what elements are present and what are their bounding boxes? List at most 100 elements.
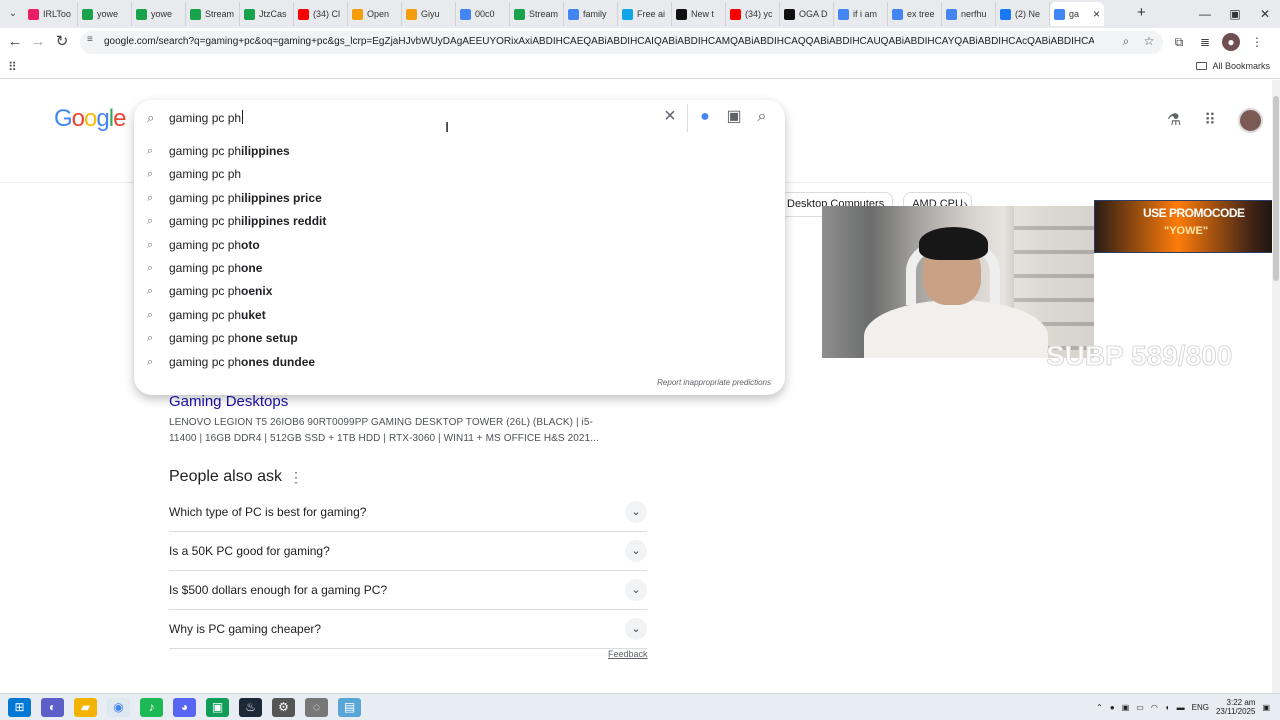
back-button[interactable]: ← [6, 33, 24, 51]
notepad-icon[interactable]: ▤ [338, 698, 361, 717]
autocomplete-suggestion[interactable]: ⌕ gaming pc philippines [134, 140, 785, 163]
autocomplete-suggestion[interactable]: ⌕ gaming pc phone setup [134, 327, 785, 350]
language-indicator[interactable]: ENG [1192, 703, 1209, 712]
green-app-icon[interactable]: ▣ [206, 698, 229, 717]
browser-tab[interactable]: (34) Cl [294, 2, 348, 26]
browser-tab[interactable]: Stream [186, 2, 240, 26]
reload-button[interactable]: ↻ [53, 33, 71, 51]
file-explorer-icon[interactable]: ▰ [74, 698, 97, 717]
camera-lens-icon[interactable]: ▣ [724, 107, 744, 127]
microphone-icon[interactable]: ● [695, 107, 715, 127]
browser-tab[interactable]: nerfhu [942, 2, 996, 26]
browser-tab[interactable]: 00c0 [456, 2, 510, 26]
site-info-icon[interactable]: ≡ [87, 34, 101, 50]
new-tab-button[interactable]: + [1137, 5, 1151, 20]
apps-icon[interactable]: ⠿ [8, 61, 20, 73]
zoom-icon[interactable]: ⌕ [1118, 34, 1134, 50]
battery-icon[interactable]: ▬ [1177, 703, 1185, 712]
browser-tab[interactable]: New t [672, 2, 726, 26]
browser-tab[interactable]: yowe [78, 2, 132, 26]
people-also-ask-item[interactable]: Why is PC gaming cheaper? ⌄ [169, 610, 647, 649]
search-submit-icon[interactable]: ⌕ [752, 107, 772, 127]
profile-icon[interactable]: ● [1222, 33, 1240, 51]
browser-tab[interactable]: family [564, 2, 618, 26]
people-also-ask-item[interactable]: Is a 50K PC good for gaming? ⌄ [169, 532, 647, 571]
autocomplete-suggestion[interactable]: ⌕ gaming pc philippines reddit [134, 210, 785, 233]
search-input[interactable]: gaming pc ph [169, 110, 244, 125]
bookmark-star-icon[interactable]: ☆ [1141, 34, 1157, 50]
volume-icon[interactable]: ◖ [1165, 703, 1170, 712]
autocomplete-suggestion[interactable]: ⌕ gaming pc phuket [134, 304, 785, 327]
scrollbar-thumb[interactable] [1273, 96, 1279, 281]
browser-tab[interactable]: IRLToo [24, 2, 78, 26]
suggestion-search-icon: ⌕ [147, 215, 154, 228]
extensions-icon[interactable]: ⧉ [1170, 33, 1188, 51]
people-also-ask-item[interactable]: Which type of PC is best for gaming? ⌄ [169, 493, 647, 532]
more-options-icon[interactable]: ⋮ [289, 469, 303, 486]
report-predictions-link[interactable]: Report inappropriate predictions [657, 378, 771, 387]
chrome-icon[interactable]: ◉ [107, 698, 130, 717]
browser-tab[interactable]: Open [348, 2, 402, 26]
camera-icon[interactable]: ▣ [1122, 703, 1130, 712]
browser-tab[interactable]: Stream [510, 2, 564, 26]
suggestion-completion-text: ones dundee [241, 354, 316, 369]
active-tab[interactable]: ga × [1050, 2, 1104, 26]
forward-button[interactable]: → [29, 33, 47, 51]
browser-tab[interactable]: (34) yc [726, 2, 780, 26]
browser-tab[interactable]: JtzCas [240, 2, 294, 26]
chevron-down-icon[interactable]: ⌄ [625, 540, 647, 562]
autocomplete-suggestion[interactable]: ⌕ gaming pc photo [134, 234, 785, 257]
chevron-down-icon[interactable]: ⌄ [625, 501, 647, 523]
settings-icon[interactable]: ⚙ [272, 698, 295, 717]
autocomplete-suggestion[interactable]: ⌕ gaming pc philippines price [134, 187, 785, 210]
result-title-link[interactable]: Gaming Desktops [169, 393, 288, 410]
autocomplete-suggestion[interactable]: ⌕ gaming pc phones dundee [134, 351, 785, 374]
account-avatar[interactable] [1238, 108, 1263, 133]
google-logo[interactable]: Google [54, 105, 126, 133]
media-controls-icon[interactable]: ≣ [1196, 33, 1214, 51]
network-icon[interactable]: ▭ [1136, 703, 1144, 712]
hidden-icons-chevron-icon[interactable]: ⌃ [1096, 703, 1103, 712]
browser-tab[interactable]: Giyu [402, 2, 456, 26]
clear-search-button[interactable]: × [660, 105, 680, 127]
wifi-icon[interactable]: ◠ [1151, 703, 1158, 712]
spotify-icon[interactable]: ♪ [140, 698, 163, 717]
windows-start-icon[interactable]: ⊞ [8, 698, 31, 717]
streamer-webcam-overlay [822, 206, 1094, 358]
browser-tab[interactable]: ex tree [888, 2, 942, 26]
discord-icon[interactable]: ◕ [173, 698, 196, 717]
close-window-button[interactable]: ✕ [1250, 0, 1280, 28]
autocomplete-suggestion[interactable]: ⌕ gaming pc phone [134, 257, 785, 280]
labs-flask-icon[interactable]: ⚗ [1166, 112, 1182, 129]
chevron-down-icon[interactable]: ⌄ [625, 579, 647, 601]
close-tab-icon[interactable]: × [1093, 7, 1100, 21]
copilot-icon[interactable]: ◐ [41, 698, 64, 717]
autocomplete-suggestion[interactable]: ⌕ gaming pc phoenix [134, 280, 785, 303]
taskbar-clock[interactable]: 3:22 am 23/11/2025 [1216, 698, 1255, 716]
tab-label: (34) yc [745, 9, 773, 19]
suggestion-text: gaming pc philippines price [169, 187, 322, 210]
app-icon[interactable]: ◌ [305, 698, 328, 717]
steam-icon[interactable]: ♨ [239, 698, 262, 717]
tab-search-icon[interactable]: ⌄ [4, 6, 22, 22]
browser-tab[interactable]: Free ai [618, 2, 672, 26]
minimize-button[interactable]: — [1190, 0, 1220, 28]
browser-tab[interactable]: if i am [834, 2, 888, 26]
address-bar[interactable]: ≡ google.com/search?q=gaming+pc&oq=gamin… [80, 31, 1163, 54]
browser-tab[interactable]: (2) Ne [996, 2, 1050, 26]
browser-tab[interactable]: yowe [132, 2, 186, 26]
all-bookmarks-button[interactable]: All Bookmarks [1196, 61, 1270, 71]
chevron-down-icon[interactable]: ⌄ [625, 618, 647, 640]
microphone-icon[interactable]: ● [1110, 703, 1115, 712]
maximize-button[interactable]: ▣ [1220, 0, 1250, 28]
browser-tab[interactable]: OGA D [780, 2, 834, 26]
notification-icon[interactable]: ▣ [1262, 703, 1270, 712]
page-scrollbar[interactable] [1272, 80, 1280, 693]
stream-subscriber-counter: SUBP 589/800 [1045, 340, 1233, 372]
people-also-ask-item[interactable]: Is $500 dollars enough for a gaming PC? … [169, 571, 647, 610]
google-apps-icon[interactable]: ⠿ [1202, 112, 1218, 129]
address-url[interactable]: google.com/search?q=gaming+pc&oq=gaming+… [104, 36, 1094, 47]
feedback-link[interactable]: Feedback [608, 649, 648, 659]
autocomplete-suggestion[interactable]: ⌕ gaming pc ph [134, 163, 785, 186]
browser-menu-icon[interactable]: ⋮ [1248, 33, 1266, 51]
